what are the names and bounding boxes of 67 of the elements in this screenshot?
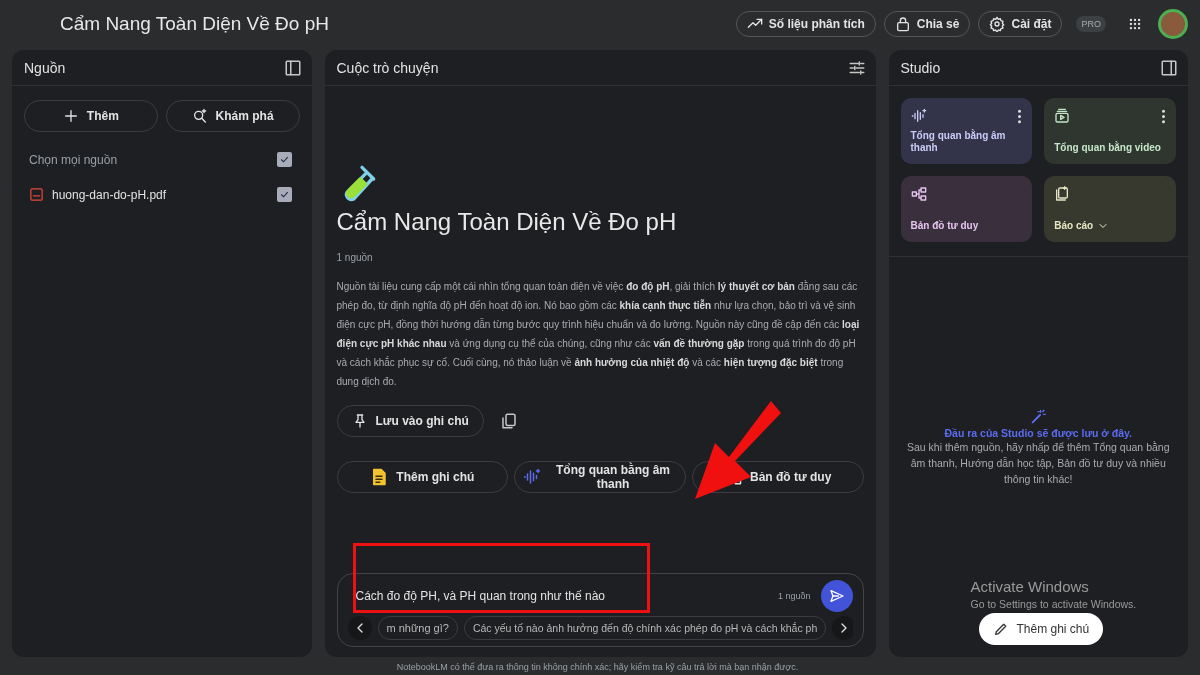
chat-input-field[interactable]: Cách đo độ PH, và PH quan trong như thế nào 1 nguồn m những gì? Các yếu tố nào ảnh hưởng đến độ chính xác phép đo pH và cách khắc ph [336,573,864,647]
audio-tile[interactable]: Tổng quan bằng âm thanh [900,98,1033,164]
scroll-right-button[interactable] [832,616,853,640]
suggestion-chip[interactable]: Các yếu tố nào ảnh hưởng đến độ chính xác phép đo pH và cách khắc ph [463,616,827,640]
summary-text: Nguồn tài liệu cung cấp một cái nhìn tổng quan toàn diện về việc đo độ pH, giải thích lý thuyết cơ bản đằng sau các phép đo, từ định nghĩa độ pH đến hoạt độ ion. Nó bao gồm các khía cạnh thực tiễn như lựa chọn, bảo trì và vệ sinh điện cực pH, đồng thời hướng dẫn từng bước quy trình hiệu chuẩn và đo lường. Nguồn này cũng đề cập đến các loại điện cực pH khác nhau và ứng dụng cụ thể của chúng, cũng như các vấn đề thường gặp trong quá trình đo độ pH và cách khắc phục sự cố. Cuối cùng, nó thảo luận về ảnh hưởng của nhiệt độ và các hiện tượng đặc biệt trong dung dịch đo. [336,279,861,389]
tile-label: Bản đồ tư duy [910,220,979,232]
select-all-label: Chọn mọi nguồn [29,152,118,167]
sidebar-icon [1160,58,1178,77]
send-icon [828,588,845,604]
lock-icon [894,16,911,32]
panel-title: Studio [900,59,941,76]
apps-grid-icon [1128,17,1142,31]
search-sparkle-icon [191,108,208,124]
tile-label: Tổng quan bằng video [1054,142,1161,154]
analytics-button[interactable]: Số liệu phân tích [735,11,876,37]
send-button[interactable] [820,580,853,612]
notebook-title: Cẩm Nang Toàn Diện Về Đo pH [60,13,329,35]
magic-wand-icon [1030,409,1047,425]
avatar[interactable] [1158,9,1188,39]
audio-wave-icon [523,468,542,486]
video-icon [1054,108,1071,124]
sidebar-icon [283,58,302,77]
video-tile[interactable]: Tổng quan bằng video [1044,98,1176,164]
more-button[interactable] [1017,108,1023,124]
more-vert-icon [1017,108,1023,124]
tile-label: Báo cáo [1054,220,1094,232]
pencil-icon [992,621,1009,637]
suggestion-chip[interactable]: m những gì? [377,616,458,640]
report-tile[interactable]: Báo cáo [1044,176,1176,242]
save-to-note-button[interactable]: Lưu vào ghi chú [336,405,484,437]
share-button[interactable]: Chia sẻ [883,11,971,37]
settings-button[interactable]: Cài đặt [978,11,1063,37]
tune-icon [847,58,866,77]
notebook-heading: Cẩm Nang Toàn Diện Về Đo pH [336,208,678,236]
add-button[interactable]: Thêm [24,100,158,132]
panel-title: Cuộc trò chuyện [336,59,439,76]
plus-icon [62,108,79,124]
discover-button[interactable]: Khám phá [165,100,300,132]
checkbox[interactable] [276,152,292,167]
mind-map-icon [910,186,927,202]
mindmap-tile[interactable]: Bản đồ tư duy [900,176,1033,242]
disclaimer-text: NotebookLM có thể đưa ra thông tin không chính xác; hãy kiểm tra kỹ câu trả lời mà bạn nhận được. [395,661,800,674]
source-name[interactable]: huong-dan-do-pH.pdf [52,187,269,202]
report-icon [1054,186,1071,202]
activate-windows-text: Go to Settings to activate Windows. [970,598,1137,610]
pro-badge: PRO [1076,16,1106,32]
source-count: 1 nguồn [336,252,374,263]
note-icon [370,468,389,486]
pdf-file-icon [29,187,44,202]
source-count: 1 nguồn [777,591,811,601]
scroll-left-button[interactable] [347,616,372,640]
settings-icon [989,16,1006,32]
empty-state-title: Đầu ra của Studio sẽ được lưu ở đây. [944,427,1132,439]
empty-state-text: Sau khi thêm nguồn, hãy nhấp để thêm Tổng quan bằng âm thanh, Hướng dẫn học tập, Bản đồ tư duy và nhiều thông tin khác! [906,440,1171,487]
note-button[interactable]: Thêm ghi chú [336,461,509,493]
audio-button[interactable]: Tổng quan bằng âm thanh [514,461,686,493]
checkbox[interactable] [276,187,292,202]
add-note-button[interactable]: Thêm ghi chú [978,613,1104,645]
more-vert-icon [1161,108,1166,124]
tile-label: Tổng quan bằng âm thanh [910,130,1007,154]
audio-wave-icon [910,108,927,124]
activate-windows-title: Activate Windows [970,578,1090,595]
panel-title: Nguồn [24,59,66,76]
checkmark-icon [278,189,290,200]
copy-icon [499,412,518,430]
more-button[interactable] [1161,108,1166,124]
checkmark-icon [278,154,290,165]
